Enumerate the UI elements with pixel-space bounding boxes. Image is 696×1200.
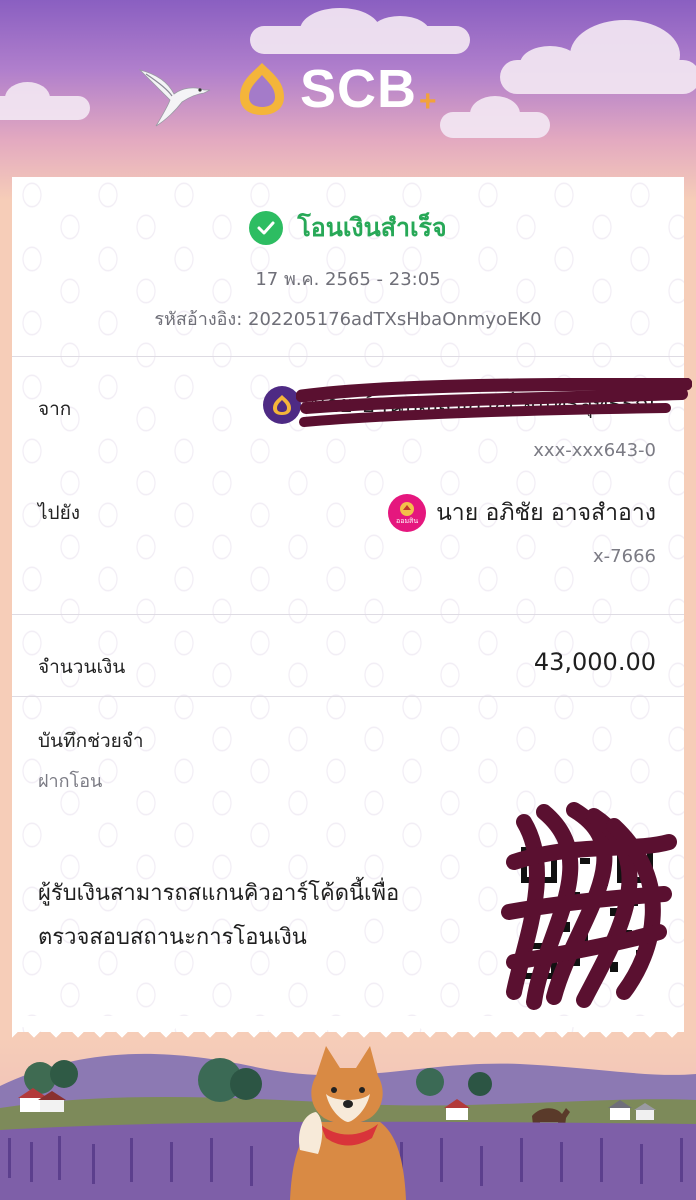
brand-name: SCB — [300, 59, 418, 119]
cloud-decoration — [250, 8, 470, 54]
divider — [12, 696, 684, 697]
qr-instruction-line-1: ผู้รับเงินสามารถสแกนคิวอาร์โค้ดนี้เพื่อ — [38, 881, 400, 906]
memo-value: ฝากโอน — [38, 771, 103, 792]
gsb-avatar-icon: ออมสิน — [388, 494, 427, 532]
from-account: xxx-xxx643-0 — [533, 440, 656, 461]
to-party: ออมสิน นาย อภิชัย อาจสำอาง — [388, 494, 656, 532]
amount-value: 43,000.00 — [533, 648, 656, 676]
transfer-datetime: 17 พ.ค. 2565 - 23:05 — [255, 269, 441, 290]
cloud-decoration — [440, 96, 550, 138]
scb-logo-icon — [240, 63, 284, 115]
check-circle-icon — [249, 211, 284, 245]
divider — [12, 356, 684, 357]
divider — [12, 614, 684, 615]
receipt-zigzag-edge — [12, 1016, 684, 1038]
memo-label: บันทึกช่วยจำ — [38, 730, 144, 752]
to-label: ไปยัง — [38, 502, 81, 524]
redaction-mark — [296, 378, 692, 427]
header-sky: SCB + — [0, 0, 696, 200]
qr-instruction-line-2: ตรวจสอบสถานะการโอนเงิน — [38, 925, 307, 950]
amount-label: จำนวนเงิน — [38, 656, 126, 678]
gsb-badge-text: ออมสิน — [396, 517, 419, 525]
landscape-illustration — [0, 1038, 696, 1200]
scb-logo: SCB + — [234, 56, 437, 122]
to-name: นาย อภิชัย อาจสำอาง — [436, 500, 656, 526]
qr-instruction: ผู้รับเงินสามารถสแกนคิวอาร์โค้ดนี้เพื่อ … — [38, 872, 399, 960]
brand-plus: + — [419, 85, 437, 118]
status-text: โอนเงินสำเร็จ — [297, 213, 447, 242]
to-account: x-7666 — [593, 546, 656, 567]
reference-number: รหัสอ้างอิง: 202205176adTXsHbaOnmyoEK0 — [154, 309, 542, 330]
redaction-scribble — [501, 802, 677, 1010]
cloud-decoration — [500, 20, 696, 94]
from-label: จาก — [38, 398, 72, 420]
bird-icon — [138, 69, 211, 127]
cloud-decoration — [0, 82, 90, 120]
transfer-status: โอนเงินสำเร็จ — [0, 208, 696, 248]
